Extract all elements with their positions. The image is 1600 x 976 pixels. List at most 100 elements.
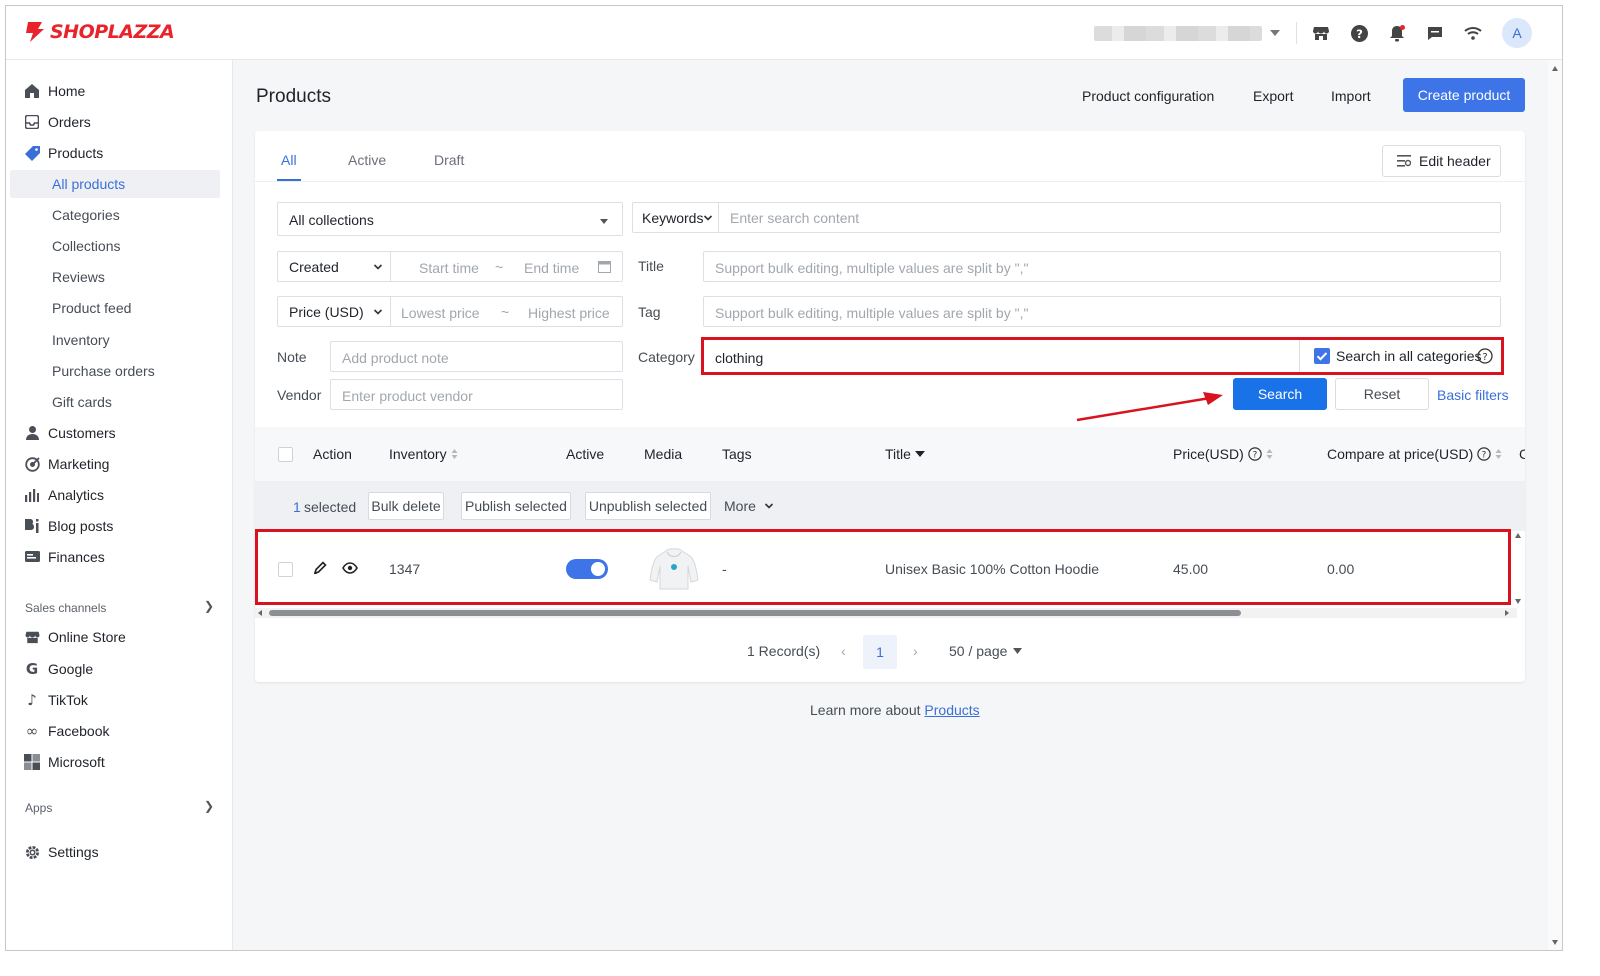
sidebar-item-reviews[interactable]: Reviews [6, 263, 233, 291]
search-all-categories-checkbox[interactable] [1314, 348, 1330, 364]
create-product-button[interactable]: Create product [1403, 78, 1525, 112]
arrow-annotation-icon [1076, 392, 1223, 422]
search-button[interactable]: Search [1233, 378, 1327, 410]
more-actions-dropdown[interactable]: More [724, 498, 774, 514]
scroll-up-icon[interactable] [1552, 66, 1558, 71]
sidebar-item-collections[interactable]: Collections [6, 232, 233, 260]
sidebar-item-purchase-orders[interactable]: Purchase orders [6, 357, 233, 385]
select-all-checkbox[interactable] [278, 447, 293, 462]
price-type-select[interactable]: Price (USD) [278, 297, 391, 326]
scroll-right-icon[interactable] [1505, 610, 1509, 616]
sidebar-item-tiktok[interactable]: ♪ TikTok [6, 686, 233, 714]
store-selector[interactable] [1094, 26, 1262, 41]
tab-draft[interactable]: Draft [434, 152, 464, 168]
sort-icon[interactable] [451, 448, 458, 460]
basic-filters-link[interactable]: Basic filters [1437, 387, 1509, 403]
column-header-title[interactable]: Title [885, 446, 925, 462]
sidebar-item-blog-posts[interactable]: Blog posts [6, 512, 233, 540]
calendar-icon[interactable] [598, 260, 611, 273]
sidebar-item-label: Marketing [48, 456, 110, 472]
search-input[interactable]: Enter search content [730, 210, 859, 226]
sidebar-item-label: Settings [48, 844, 99, 860]
scroll-left-icon[interactable] [258, 610, 262, 616]
horizontal-scrollbar[interactable] [255, 608, 1517, 618]
collection-select[interactable]: All collections [277, 202, 623, 236]
sidebar-item-orders[interactable]: Orders [6, 108, 233, 136]
help-icon[interactable]: ? [1348, 22, 1370, 44]
column-label: Active [566, 446, 605, 462]
page-size-select[interactable]: 50 / page [949, 643, 1023, 659]
vendor-input[interactable]: Enter product vendor [330, 379, 623, 410]
sidebar-item-categories[interactable]: Categories [6, 201, 233, 229]
sidebar-item-settings[interactable]: Settings [6, 838, 233, 866]
product-configuration-link[interactable]: Product configuration [1082, 88, 1214, 104]
sidebar-item-marketing[interactable]: Marketing [6, 450, 233, 478]
bulk-delete-button[interactable]: Bulk delete [368, 492, 444, 520]
help-circle-icon[interactable]: ? [1477, 348, 1493, 364]
unpublish-selected-button[interactable]: Unpublish selected [585, 492, 711, 520]
tag-input[interactable]: Support bulk editing, multiple values ar… [703, 296, 1501, 327]
bulk-action-bar: 1 selected Bulk delete Publish selected … [255, 481, 1525, 531]
title-input[interactable]: Support bulk editing, multiple values ar… [703, 251, 1501, 282]
vertical-scrollbar[interactable] [1548, 60, 1562, 950]
caret-down-icon [600, 219, 608, 224]
end-time-input[interactable]: End time [524, 260, 579, 276]
store-icon[interactable] [1310, 22, 1332, 44]
next-page-icon[interactable]: › [913, 643, 918, 659]
sidebar-item-customers[interactable]: Customers [6, 419, 233, 447]
help-circle-icon[interactable]: ? [1477, 447, 1492, 461]
edit-header-label: Edit header [1419, 153, 1491, 169]
export-link[interactable]: Export [1253, 88, 1293, 104]
lowest-price-input[interactable]: Lowest price [401, 305, 480, 321]
page-number-current[interactable]: 1 [863, 635, 897, 669]
chevron-right-icon[interactable]: ❯ [204, 799, 214, 813]
sidebar-item-google[interactable]: G Google [6, 655, 233, 683]
tab-all[interactable]: All [281, 152, 297, 168]
sidebar-item-facebook[interactable]: ∞ Facebook [6, 717, 233, 745]
start-time-input[interactable]: Start time [419, 260, 479, 276]
prev-page-icon[interactable]: ‹ [841, 643, 846, 659]
wifi-icon[interactable] [1462, 22, 1484, 44]
highest-price-input[interactable]: Highest price [528, 305, 610, 321]
column-header-compare-price[interactable]: Compare at price(USD)? [1327, 446, 1502, 462]
sort-desc-icon[interactable] [914, 450, 925, 458]
edit-header-button[interactable]: Edit header [1382, 145, 1501, 177]
sidebar-item-product-feed[interactable]: Product feed [6, 294, 233, 322]
sidebar-item-gift-cards[interactable]: Gift cards [6, 388, 233, 416]
sidebar-item-analytics[interactable]: Analytics [6, 481, 233, 509]
scrollbar-thumb[interactable] [269, 610, 1241, 616]
sidebar-item-home[interactable]: Home [6, 77, 233, 105]
category-input[interactable]: clothing [715, 350, 763, 366]
sidebar-item-products[interactable]: Products [6, 139, 233, 167]
chevron-down-icon[interactable] [1270, 30, 1280, 36]
sidebar-item-inventory[interactable]: Inventory [6, 326, 233, 354]
brand-logo[interactable]: SHOPLAZZA [24, 20, 175, 44]
sidebar-item-microsoft[interactable]: Microsoft [6, 748, 233, 776]
sidebar-item-all-products[interactable]: All products [10, 170, 220, 198]
avatar[interactable]: A [1502, 18, 1532, 48]
chevron-right-icon[interactable]: ❯ [204, 599, 214, 613]
column-header-price[interactable]: Price(USD)? [1173, 446, 1273, 462]
note-label: Note [277, 349, 307, 365]
note-input[interactable]: Add product note [330, 341, 623, 372]
reset-button[interactable]: Reset [1335, 378, 1429, 410]
chat-icon[interactable] [1424, 22, 1446, 44]
scroll-down-icon[interactable] [1515, 599, 1521, 604]
products-help-link[interactable]: Products [924, 702, 979, 718]
import-link[interactable]: Import [1331, 88, 1371, 104]
keywords-select[interactable]: Keywords [633, 203, 719, 232]
bell-icon[interactable] [1386, 22, 1408, 44]
scroll-down-icon[interactable] [1552, 940, 1558, 945]
sort-icon[interactable] [1266, 448, 1273, 460]
sidebar-item-online-store[interactable]: Online Store [6, 623, 233, 651]
column-label: Tags [722, 446, 752, 462]
sort-icon[interactable] [1495, 448, 1502, 460]
date-type-select[interactable]: Created [278, 252, 391, 281]
column-label: Inventory [389, 446, 447, 462]
sidebar-item-finances[interactable]: Finances [6, 543, 233, 571]
tab-active[interactable]: Active [348, 152, 386, 168]
scroll-up-icon[interactable] [1515, 533, 1521, 538]
help-circle-icon[interactable]: ? [1248, 447, 1262, 461]
column-header-inventory[interactable]: Inventory [389, 446, 458, 462]
publish-selected-button[interactable]: Publish selected [461, 492, 571, 520]
